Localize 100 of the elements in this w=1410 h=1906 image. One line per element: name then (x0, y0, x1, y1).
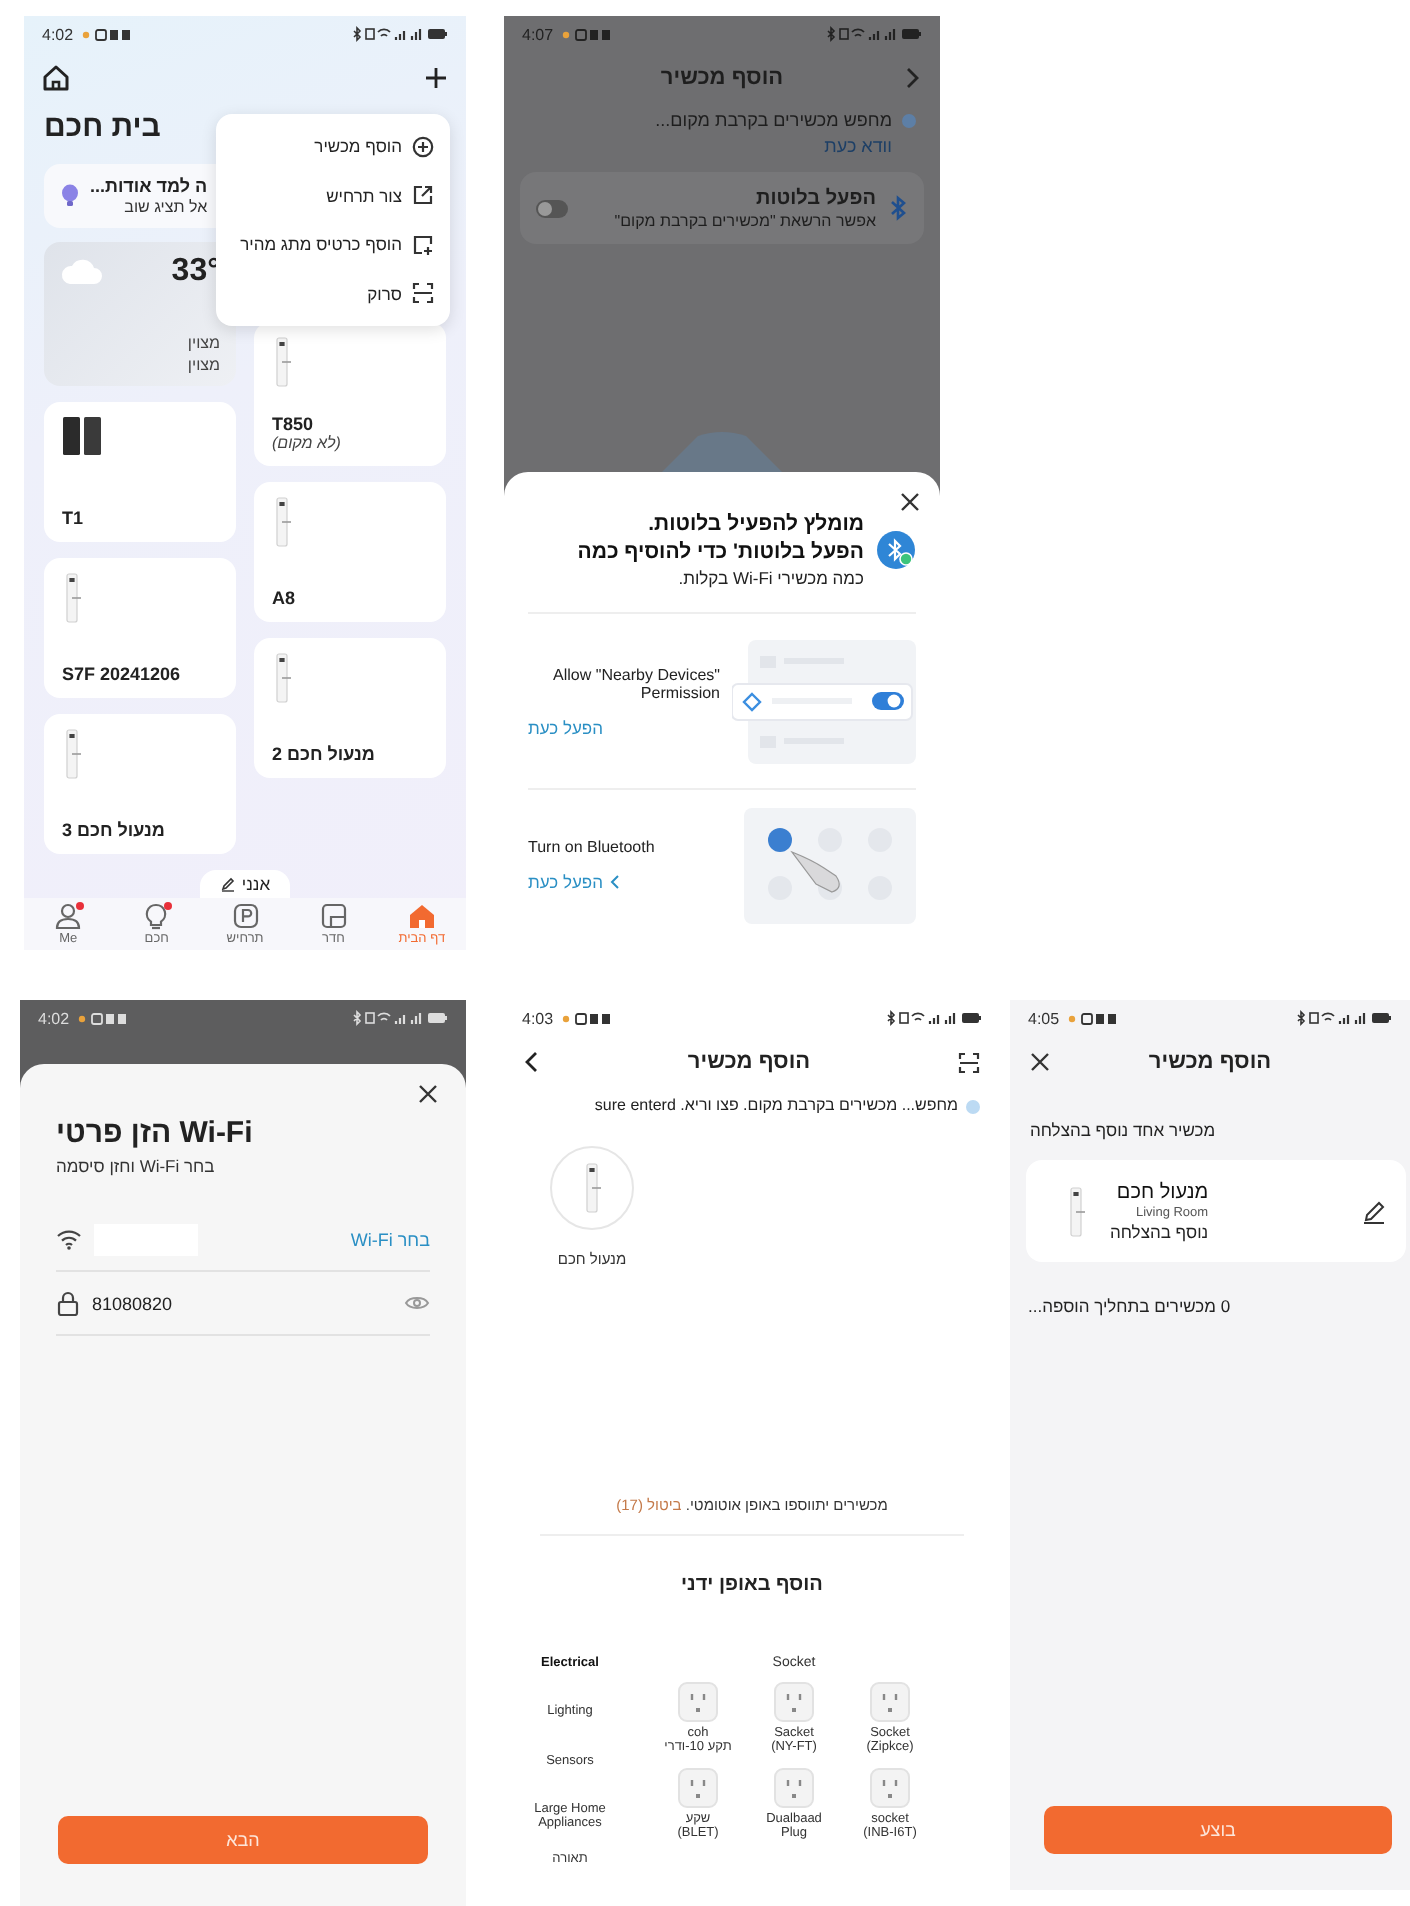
pencil-icon[interactable] (1362, 1199, 1386, 1223)
screen-title: הוסף מכשיר (687, 1050, 811, 1074)
device-name: מנעול חכם 2 (272, 744, 377, 764)
step-text: Allow "Nearby Devices" Permission (551, 665, 720, 702)
close-icon[interactable] (1030, 1052, 1050, 1072)
bluetooth-title: הפעל בלוטות (754, 187, 876, 209)
device-name: T850 (272, 414, 316, 434)
sheet-text: כמה מכשירי Wi-Fi בקלות. (676, 568, 864, 588)
door-lock-drawing (272, 652, 292, 704)
notification-icons-drawing (1065, 1011, 1118, 1025)
step-text: Turn on Bluetooth (528, 838, 657, 857)
power-socket-icon (774, 1682, 814, 1722)
device-name: A8 (272, 588, 298, 608)
notification-icons-drawing (75, 1011, 128, 1025)
status-time: 4:02 (38, 1009, 70, 1027)
sheet-title: מומלץ להפעיל בלוטות. (646, 512, 864, 536)
success-note: מכשיר אחד נוסף בהצלחה (1028, 1120, 1218, 1140)
device-name: מנעול חכם (1116, 1181, 1209, 1203)
temperature: 33° (171, 254, 220, 290)
power-socket-icon (774, 1767, 814, 1808)
status-icons-drawing (826, 26, 922, 42)
sheet-subtitle: בחר Wi-Fi וחזן סיסמה (56, 1156, 215, 1176)
door-lock-drawing (582, 1162, 602, 1214)
device-card[interactable]: מנעול חכם 3 (44, 714, 236, 854)
external-link-icon (412, 184, 434, 207)
device-card[interactable]: T1 (44, 402, 236, 542)
power-socket-icon (678, 1682, 718, 1722)
enable-link[interactable]: הפעל כעת (528, 872, 619, 893)
bluetooth-subtitle: אפשר הרשאת "מכשירים בקרבת מקום" (614, 211, 876, 229)
status-icons-drawing (1296, 1010, 1392, 1026)
password-value[interactable]: 81080820 (92, 1293, 173, 1313)
menu-item[interactable]: הוסף כרטיס מתג מהיר (216, 220, 450, 269)
person-icon (54, 902, 83, 930)
notification-icons-drawing (559, 27, 612, 41)
device-card[interactable]: S7F 20241206 (44, 558, 236, 698)
padlock-icon (56, 1290, 80, 1316)
searching-text: מחפש מכשירים בקרבת מקום... (655, 110, 892, 130)
status-time: 4:05 (1028, 1009, 1060, 1027)
home-title: בית חכם (44, 108, 161, 148)
status-dot (902, 114, 916, 128)
tip-title: ה למד אודות... (90, 176, 208, 196)
status-time: 4:02 (42, 25, 74, 43)
door-lock-drawing (1066, 1185, 1086, 1237)
keypad-lock-drawing (62, 416, 102, 456)
lightbulb-icon (60, 184, 80, 208)
close-icon[interactable] (418, 1084, 438, 1104)
door-lock-drawing (62, 728, 82, 780)
status-icons-drawing (886, 1010, 982, 1026)
section-title: הוסף באופן ידני (679, 1574, 825, 1596)
weather-status: מצוין (185, 356, 220, 374)
plus-icon[interactable] (424, 66, 448, 90)
device-status: נוסף בהצלחה (1110, 1221, 1209, 1241)
dismiss-link[interactable]: אל תציג שוב (90, 198, 208, 216)
add-card-icon (412, 233, 434, 256)
door-lock-drawing (62, 572, 82, 624)
room-chip[interactable]: אנני (199, 870, 291, 898)
home-icon[interactable] (42, 64, 70, 92)
bluetooth-toggle[interactable] (536, 199, 568, 217)
chevron-left-icon (609, 874, 619, 891)
enable-link[interactable]: הפעל כעת (528, 717, 603, 738)
power-socket-icon (870, 1682, 910, 1722)
lightbulb-icon (142, 902, 171, 930)
device-name: S7F 20241206 (62, 664, 183, 684)
room-icon (319, 902, 348, 930)
status-icons-drawing (352, 26, 448, 42)
chevron-right-icon[interactable] (904, 66, 921, 90)
bluetooth-icon (888, 194, 908, 222)
chevron-left-icon[interactable] (524, 1050, 540, 1074)
scan-icon (412, 282, 434, 305)
power-socket-icon (678, 1767, 718, 1808)
device-card[interactable]: מנעול חכם 2 (254, 638, 446, 778)
door-lock-drawing (272, 496, 292, 548)
sheet-title: הזן פרטי Wi-Fi (56, 1116, 253, 1150)
screen-title: הוסף מכשיר (660, 66, 784, 90)
menu-item[interactable]: סרוק (216, 269, 450, 318)
pending-note: 0 מכשירים בתחליך הוספה... (1026, 1296, 1233, 1316)
eye-icon[interactable] (404, 1294, 430, 1312)
device-card[interactable]: A8 (254, 482, 446, 622)
door-lock-drawing (272, 336, 292, 388)
status-dot (966, 1100, 980, 1114)
pencil-icon (219, 876, 236, 892)
bluetooth-icon (876, 530, 916, 570)
p-square-icon (231, 902, 260, 930)
add-icon (412, 135, 434, 158)
device-name: מנעול חכם 3 (62, 820, 167, 840)
cloud-icon (60, 256, 104, 288)
power-socket-icon (870, 1767, 910, 1808)
notification-icons-drawing (559, 1011, 612, 1025)
sheet-title: הפעל בלוטות' כדי להוסיף כמה (575, 540, 864, 564)
menu-item[interactable]: הוסף מכשיר (216, 122, 450, 171)
device-location: (לא מקום) (272, 434, 341, 452)
close-icon[interactable] (900, 492, 920, 512)
wifi-icon (56, 1228, 82, 1250)
screen-title: הוסף מכשיר (1148, 1050, 1272, 1074)
device-name: T1 (62, 508, 86, 528)
scan-icon[interactable] (957, 1051, 980, 1073)
searching-text: מחפש... מכשירים בקרבת מקום. פצו וריא. sure enterd (594, 1096, 958, 1114)
weather-status: מצוין (185, 334, 220, 352)
status-time: 4:07 (522, 25, 554, 43)
menu-item[interactable]: צור תרחיש (216, 171, 450, 220)
